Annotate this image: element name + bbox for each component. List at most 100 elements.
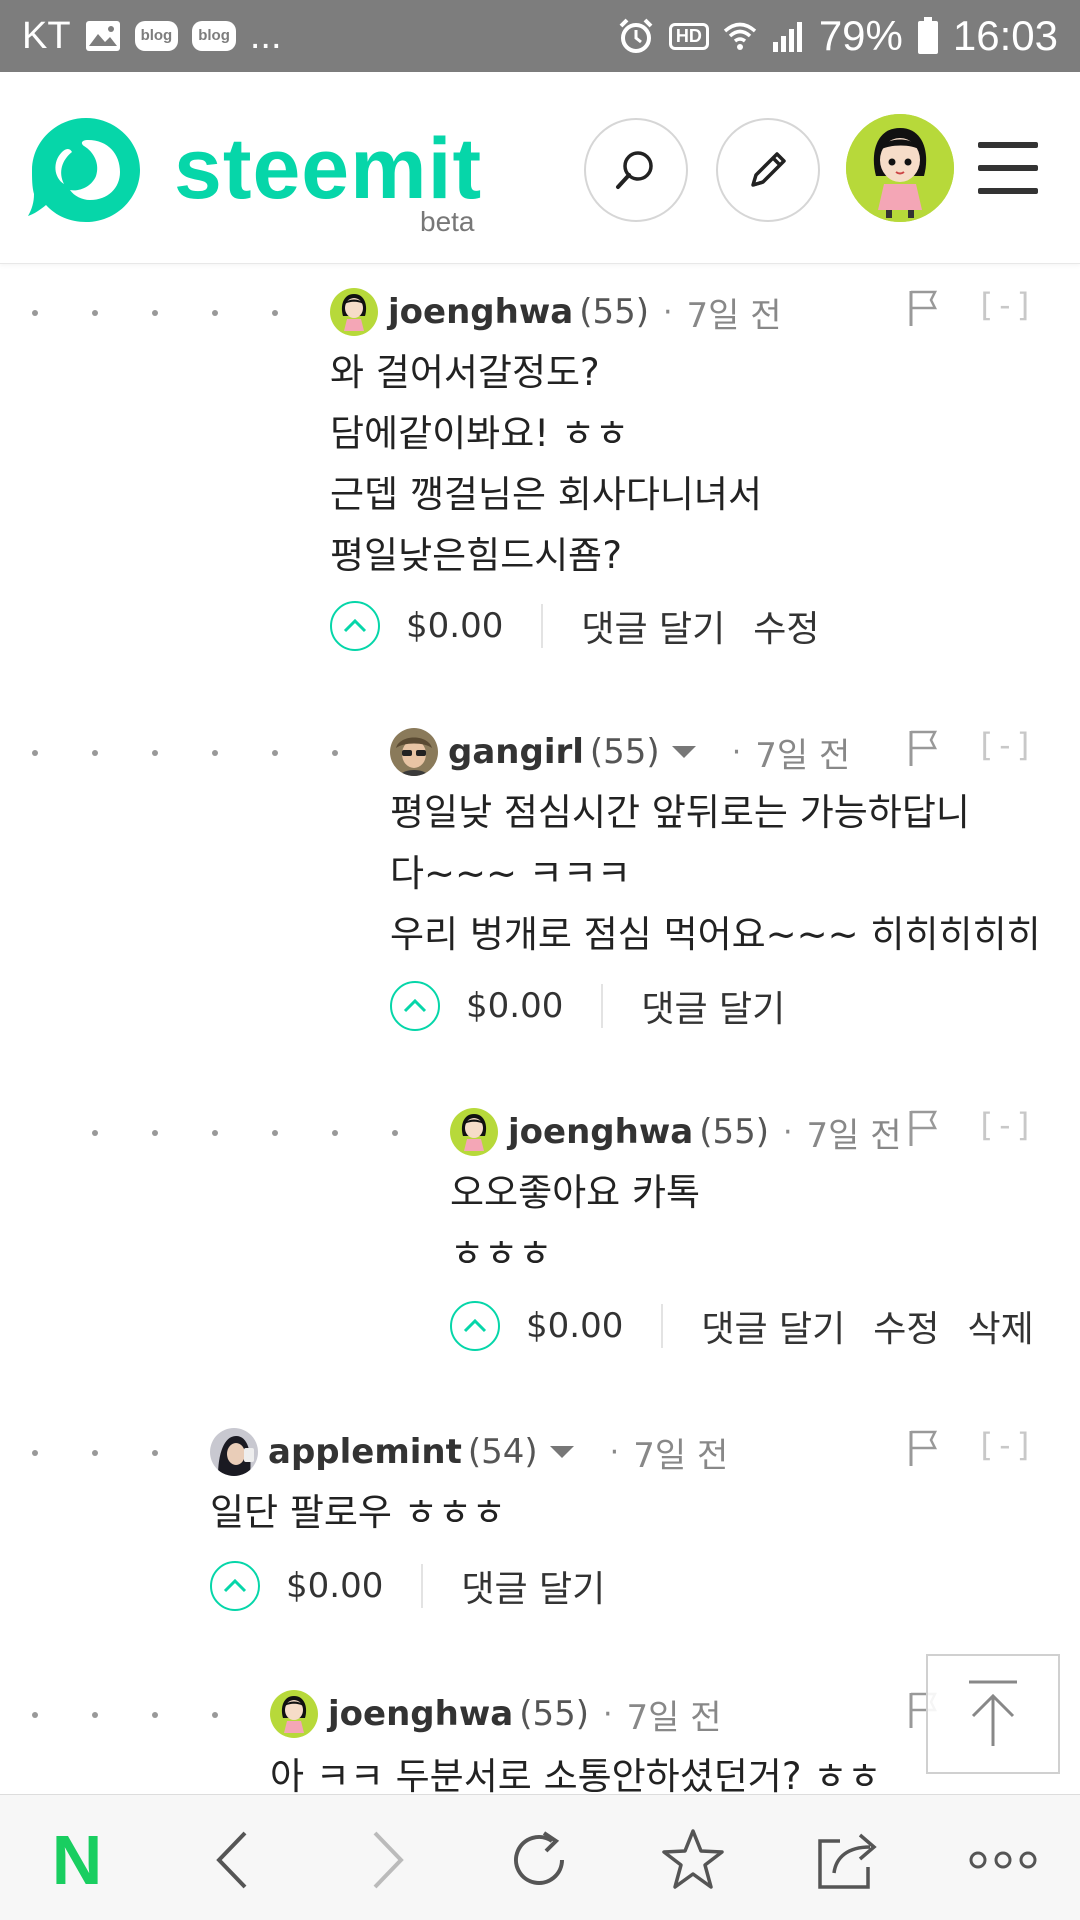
write-post-button[interactable] [716,118,820,222]
forward-button[interactable] [354,1825,424,1895]
comment-author-avatar[interactable] [270,1690,318,1738]
comment-timestamp[interactable]: 7일 전 [627,1690,722,1739]
meta-separator: · [731,734,742,770]
comment-line: 일단 팔로우 ㅎㅎㅎ [210,1491,506,1534]
comment-footer: $0.00 댓글 달기 [390,978,813,1034]
edit-button[interactable]: 수정 [873,1300,939,1352]
comment-author[interactable]: joenghwa [388,292,573,332]
flag-icon[interactable] [906,1428,940,1468]
comment-footer: $0.00 댓글 달기 수정 삭제 [450,1298,1062,1354]
logo-beta-label: beta [420,206,475,237]
flag-icon[interactable] [906,288,940,328]
more-dots-icon [969,1851,1037,1869]
meta-separator: · [662,294,673,330]
payout-amount[interactable]: $0.00 [466,984,604,1028]
reply-button[interactable]: 댓글 달기 [641,980,785,1032]
refresh-button[interactable] [504,1825,574,1895]
collapse-toggle[interactable]: [-] [976,1426,1034,1464]
flag-icon[interactable] [906,728,940,768]
comment-body: 일단 팔로우 ㅎㅎㅎ [210,1482,506,1543]
chevron-left-icon [216,1831,247,1889]
collapse-toggle[interactable]: [-] [976,726,1034,764]
upvote-button[interactable] [390,981,440,1031]
app-header: steemit beta [0,72,1080,264]
chevron-right-icon [373,1831,404,1889]
naver-home-button[interactable]: N [42,1821,112,1899]
comment-footer: $0.00 댓글 달기 수정 [330,598,848,654]
user-avatar[interactable] [846,114,954,222]
hamburger-menu-icon[interactable] [978,142,1038,194]
gallery-icon [85,20,121,52]
payout-amount[interactable]: $0.00 [406,604,544,648]
logo-wordmark[interactable]: steemit [174,120,482,219]
meta-separator: · [782,1114,793,1150]
flag-icon[interactable] [906,1108,940,1148]
comment-timestamp[interactable]: 7일 전 [633,1428,728,1477]
upvote-button[interactable] [330,601,380,651]
comment-author[interactable]: joenghwa [328,1694,513,1734]
chevron-up-icon [463,1318,487,1333]
comment-author-avatar[interactable] [210,1428,258,1476]
comment-body: 오오좋아요 카톡 ㅎㅎㅎ [450,1162,700,1284]
author-reputation: (55) [579,292,649,332]
comment-author[interactable]: gangirl [448,732,584,772]
comment-timestamp[interactable]: 7일 전 [687,288,782,337]
battery-percent: 79% [818,12,903,59]
comment-timestamp[interactable]: 7일 전 [755,728,850,777]
reply-button[interactable]: 댓글 달기 [701,1300,845,1352]
edit-button[interactable]: 수정 [753,600,819,652]
carrier-label: KT [22,14,71,57]
back-button[interactable] [196,1825,266,1895]
payout-amount[interactable]: $0.00 [286,1564,424,1608]
upvote-button[interactable] [210,1561,260,1611]
refresh-icon [514,1831,564,1885]
search-button[interactable] [584,118,688,222]
caret-down-icon[interactable] [549,1446,574,1458]
upvote-button[interactable] [450,1301,500,1351]
comment-line: 와 걸어서갈정도? [330,351,600,394]
search-icon [616,151,653,189]
comment-line: ㅎㅎㅎ [450,1232,553,1275]
bookmark-button[interactable] [658,1825,728,1895]
comment-timestamp[interactable]: 7일 전 [807,1108,902,1157]
comment-author-avatar[interactable] [450,1108,498,1156]
meta-separator: · [602,1696,613,1732]
comment-item: joenghwa (55) · 7일 전 아 ㅋㅋ 두분서로 소통안하셨던거? … [0,1666,1080,1794]
comment-line: 아 ㅋㅋ 두분서로 소통안하셨던거? ㅎㅎ [270,1755,882,1794]
collapse-toggle[interactable]: [-] [976,286,1034,324]
comment-author[interactable]: applemint [268,1432,462,1472]
comment-item: applemint (54) · 7일 전 [-] 일단 팔로우 ㅎㅎㅎ $0.… [0,1404,1080,1666]
chevron-up-icon [403,998,427,1013]
arrow-up-to-top-icon [969,1680,1017,1746]
share-button[interactable] [812,1825,882,1895]
hd-voice-icon: HD [668,22,709,50]
comment-thread: joenghwa (55) · 7일 전 [-] 와 걸어서갈정도? 담에같이봐… [0,264,1080,1794]
comment-body: 와 걸어서갈정도? 담에같이봐요! ㅎㅎ 근뎁 깽걸님은 회사다니녀서 평일낮은… [330,342,762,586]
more-options-button[interactable] [968,1825,1038,1895]
collapse-toggle[interactable]: [-] [976,1106,1034,1144]
comment-body: 평일낮 점심시간 앞뒤로는 가능하답니 다~~~ ㅋㅋㅋ 우리 벙개로 점심 먹… [390,782,1041,965]
pencil-icon [751,152,786,187]
comment-line: 우리 벙개로 점심 먹어요~~~ 히히히히히 [390,913,1041,956]
scroll-to-top-button[interactable] [926,1654,1060,1774]
status-bar: KT blog blog ... HD 79% 16:03 [0,0,1080,72]
reply-button[interactable]: 댓글 달기 [461,1560,605,1612]
payout-amount[interactable]: $0.00 [526,1304,664,1348]
comment-item: joenghwa (55) · 7일 전 [-] 오오좋아요 카톡 ㅎㅎㅎ $0… [0,1084,1080,1404]
comment-line: 오오좋아요 카톡 [450,1171,701,1214]
comment-line: 평일낮은힘드시죰? [330,534,622,577]
comment-line: 담에같이봐요! ㅎㅎ [330,412,629,455]
comment-author[interactable]: joenghwa [508,1112,693,1152]
caret-down-icon[interactable] [671,746,696,758]
reply-button[interactable]: 댓글 달기 [581,600,725,652]
steemit-logo-icon[interactable] [28,112,144,228]
comment-author-avatar[interactable] [390,728,438,776]
comment-item: joenghwa (55) · 7일 전 [-] 와 걸어서갈정도? 담에같이봐… [0,264,1080,704]
author-reputation: (55) [589,732,660,772]
delete-button[interactable]: 삭제 [968,1300,1034,1352]
comment-author-avatar[interactable] [330,288,378,336]
comment-footer: $0.00 댓글 달기 [210,1558,633,1614]
blog-notification-icon: blog [134,21,179,51]
comment-line: 평일낮 점심시간 앞뒤로는 가능하답니 [390,791,970,834]
chevron-up-icon [223,1578,247,1593]
